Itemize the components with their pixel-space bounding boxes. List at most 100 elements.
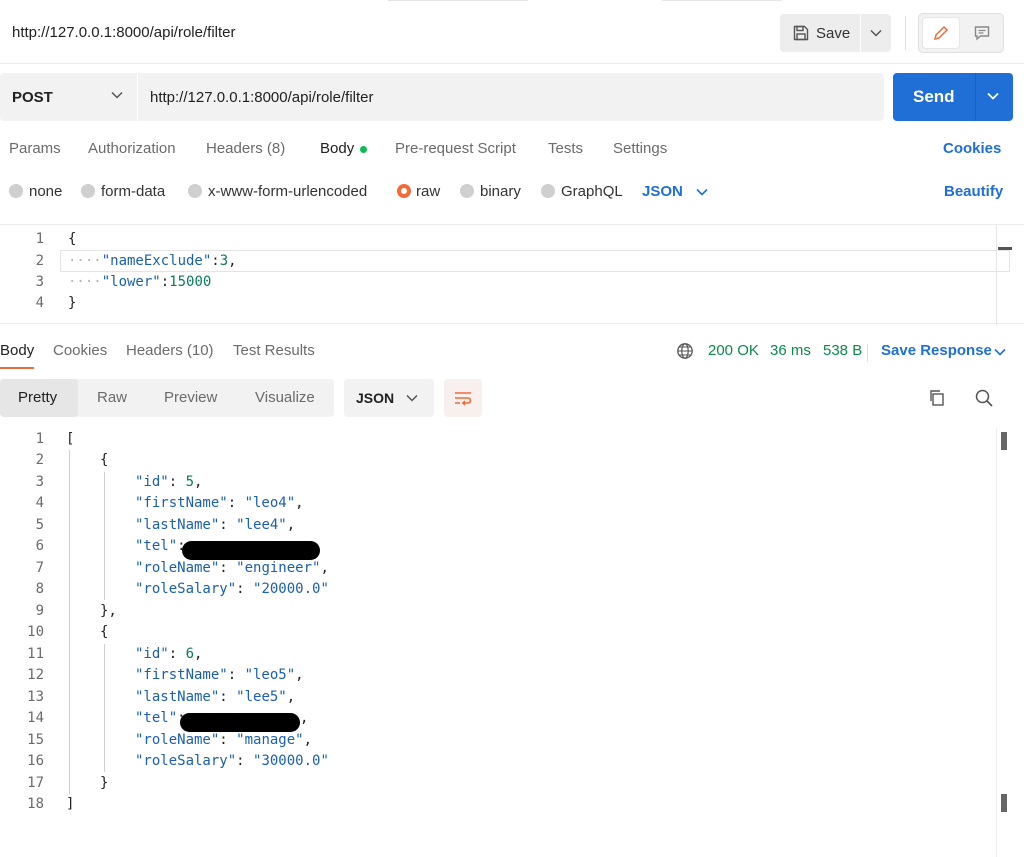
tab-body[interactable]: Body <box>320 140 354 157</box>
line-number: 10 <box>27 624 44 640</box>
tab-test-results[interactable]: Test Results <box>233 342 315 359</box>
save-response-button[interactable]: Save Response <box>881 342 992 359</box>
save-dropdown-button[interactable] <box>861 14 891 52</box>
radio-binary-label[interactable]: binary <box>480 183 521 200</box>
view-mode-segment: Pretty Raw Preview Visualize <box>0 379 334 417</box>
radio-graphql-label[interactable]: GraphQL <box>561 183 623 200</box>
radio-urlencoded-label[interactable]: x-www-form-urlencoded <box>208 183 367 200</box>
line-number: 2 <box>35 452 44 468</box>
response-scrollbar-thumb[interactable] <box>1001 794 1007 812</box>
copy-icon[interactable] <box>927 388 947 408</box>
raw-format-select[interactable]: JSON <box>642 183 683 200</box>
tab-prerequest-script[interactable]: Pre-request Script <box>395 140 516 157</box>
tab-response-cookies[interactable]: Cookies <box>53 342 107 359</box>
json-key: "firstName" <box>135 667 228 683</box>
cookies-link[interactable]: Cookies <box>943 140 1001 157</box>
search-icon[interactable] <box>974 388 994 408</box>
pencil-icon <box>933 25 949 41</box>
tab-tests[interactable]: Tests <box>548 140 583 157</box>
wrap-lines-icon <box>455 392 472 406</box>
tab-settings[interactable]: Settings <box>613 140 667 157</box>
view-raw[interactable]: Raw <box>97 389 127 406</box>
status-code[interactable]: 200 OK <box>708 342 759 359</box>
code-line: "roleName": "engineer", <box>135 560 329 576</box>
radio-form-data[interactable] <box>81 184 95 198</box>
response-body-viewer[interactable]: 1 2 3 4 5 6 7 8 9 10 11 12 13 14 15 16 1… <box>0 428 1024 857</box>
code-line: ····"nameExclude":3, <box>68 253 237 269</box>
radio-none[interactable] <box>9 184 23 198</box>
chevron-down-icon[interactable] <box>987 91 999 101</box>
view-preview[interactable]: Preview <box>164 389 217 406</box>
line-number: 14 <box>27 710 44 726</box>
tab-authorization[interactable]: Authorization <box>88 140 176 157</box>
code-brace: { <box>100 624 109 640</box>
json-key: "roleSalary" <box>135 581 237 597</box>
response-format-select[interactable]: JSON <box>344 379 434 417</box>
save-button[interactable]: Save <box>780 14 860 52</box>
line-number: 6 <box>35 538 44 554</box>
json-value: "30000.0" <box>253 753 329 769</box>
json-key: "tel" <box>135 710 178 726</box>
radio-urlencoded[interactable] <box>188 184 202 198</box>
code-line: "id": 6, <box>135 646 203 662</box>
method-select[interactable]: POST <box>12 89 53 106</box>
wrap-lines-button[interactable] <box>444 379 482 417</box>
request-url-bar: POST http://127.0.0.1:8000/api/role/filt… <box>0 73 884 121</box>
request-header-bar: http://127.0.0.1:8000/api/role/filter Sa… <box>0 6 1024 64</box>
divider <box>137 73 138 121</box>
response-toolbar: Pretty Raw Preview Visualize JSON <box>0 379 1024 417</box>
json-key: "lower" <box>101 274 161 290</box>
format-label: JSON <box>356 390 395 406</box>
divider <box>905 16 906 50</box>
tab-response-headers[interactable]: Headers (10) <box>126 342 214 359</box>
code-bracket: ] <box>66 796 75 812</box>
request-title[interactable]: http://127.0.0.1:8000/api/role/filter <box>12 24 235 41</box>
tab-headers[interactable]: Headers (8) <box>206 140 285 157</box>
line-number: 16 <box>27 753 44 769</box>
json-value: 6 <box>185 646 195 662</box>
indent-guide <box>104 472 105 600</box>
beautify-link[interactable]: Beautify <box>944 183 1003 200</box>
globe-icon[interactable] <box>676 342 694 360</box>
url-input[interactable]: http://127.0.0.1:8000/api/role/filter <box>150 89 373 106</box>
json-key: "id" <box>135 474 169 490</box>
tab-response-body[interactable]: Body <box>0 342 34 359</box>
code-line: "roleSalary": "30000.0" <box>135 753 329 769</box>
save-label: Save <box>816 24 851 42</box>
view-pretty[interactable]: Pretty <box>18 389 57 406</box>
response-tabs: Body Cookies Headers (10) Test Results 2… <box>0 340 1024 370</box>
line-number: 1 <box>35 431 44 447</box>
chevron-down-icon[interactable] <box>994 348 1006 356</box>
code-line: "tel": <box>135 710 186 726</box>
radio-binary[interactable] <box>460 184 474 198</box>
line-number: 5 <box>35 517 44 533</box>
mode-toggle-group <box>918 13 1004 53</box>
radio-form-data-label[interactable]: form-data <box>101 183 165 200</box>
response-scrollbar-thumb[interactable] <box>1001 432 1007 450</box>
editor-scrollbar-thumb[interactable] <box>998 247 1012 250</box>
code-brace: { <box>68 231 77 247</box>
tab-params[interactable]: Params <box>9 140 61 157</box>
view-visualize[interactable]: Visualize <box>255 389 315 406</box>
code-line: "lastName": "lee5", <box>135 689 296 705</box>
radio-raw-label[interactable]: raw <box>416 183 440 200</box>
radio-none-label[interactable]: none <box>29 183 62 200</box>
body-type-options: none form-data x-www-form-urlencoded raw… <box>0 180 1024 204</box>
edit-mode-button[interactable] <box>922 17 960 49</box>
comments-button[interactable] <box>963 17 1001 49</box>
chevron-down-icon[interactable] <box>696 188 708 196</box>
json-key: "id" <box>135 646 169 662</box>
send-button[interactable]: Send <box>893 73 1013 121</box>
body-modified-dot <box>360 146 367 153</box>
radio-graphql[interactable] <box>541 184 555 198</box>
json-value: "leo5" <box>244 667 296 683</box>
json-key: "roleSalary" <box>135 753 237 769</box>
json-value: 5 <box>185 474 195 490</box>
radio-raw[interactable] <box>397 184 411 198</box>
request-body-editor[interactable]: 1 2 3 4 { ····"nameExclude":3, ····"lowe… <box>0 224 1024 325</box>
chevron-down-icon[interactable] <box>110 90 124 100</box>
response-time[interactable]: 36 ms <box>770 342 811 359</box>
response-size[interactable]: 538 B <box>823 342 862 359</box>
json-key: "nameExclude" <box>101 253 212 269</box>
chevron-down-icon <box>406 394 418 402</box>
